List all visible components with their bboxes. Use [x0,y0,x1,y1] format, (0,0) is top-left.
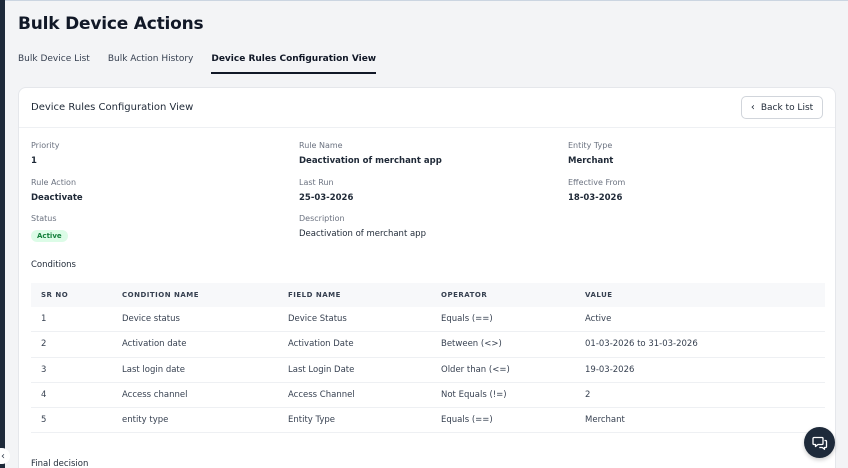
top-divider [5,0,848,1]
cell-field-name: Entity Type [288,415,336,426]
cell-field-name: Access Channel [288,390,355,401]
header-sr-no: SR NO [41,291,69,299]
rule-action-field: Rule Action Deactivate [31,178,83,203]
cell-operator: Between (<>) [441,339,502,350]
effective-from-field: Effective From 18-03-2026 [568,178,625,203]
effective-from-value: 18-03-2026 [568,193,623,203]
chat-support-button[interactable] [804,427,835,458]
cell-sr-no: 3 [41,364,47,375]
entity-type-label: Entity Type [568,141,613,150]
rule-name-field: Rule Name Deactivation of merchant app [299,141,442,166]
status-label: Status [31,214,57,223]
table-row: 5 entity type Entity Type Equals (==) Me… [31,408,825,434]
priority-field: Priority 1 [31,141,59,166]
chevron-left-icon: ‹ [1,450,5,462]
cell-value: Active [585,314,612,325]
cell-operator: Equals (==) [441,314,493,325]
card-title: Device Rules Configuration View [31,102,194,113]
effective-from-label: Effective From [568,178,626,187]
cell-operator: Older than (<=) [441,364,510,375]
cell-field-name: Last Login Date [288,364,355,375]
cell-condition-name: Last login date [122,364,185,375]
tab-bar: Bulk Device List Bulk Action History Dev… [18,54,394,74]
cell-condition-name: entity type [122,415,169,426]
description-value: Deactivation of merchant app [299,229,426,239]
back-to-list-button[interactable]: ‹ Back to List [741,96,823,119]
cell-value: Merchant [585,415,625,426]
tab-bulk-action-history[interactable]: Bulk Action History [108,54,194,74]
entity-type-field: Entity Type Merchant [568,141,613,166]
status-badge: Active [31,230,68,242]
table-row: 1 Device status Device Status Equals (==… [31,307,825,333]
cell-sr-no: 1 [41,314,47,325]
header-field-name: FIELD NAME [288,291,341,299]
cell-condition-name: Activation date [122,339,187,350]
tab-device-rules-configuration-view[interactable]: Device Rules Configuration View [211,54,377,74]
description-field: Description Deactivation of merchant app [299,214,426,239]
status-field: Status Active [31,214,68,242]
conditions-table: SR NO CONDITION NAME FIELD NAME OPERATOR… [31,283,825,434]
last-run-field: Last Run 25-03-2026 [299,178,353,203]
cell-value: 01-03-2026 to 31-03-2026 [585,339,698,350]
cell-operator: Equals (==) [441,415,493,426]
final-decision-heading: Final decision [31,459,89,468]
cell-sr-no: 5 [41,415,47,426]
header-condition-name: CONDITION NAME [122,291,200,299]
cell-sr-no: 4 [41,390,47,401]
chat-support-icon [811,436,827,450]
conditions-heading: Conditions [31,260,76,270]
table-row: 2 Activation date Activation Date Betwee… [31,332,825,358]
page-title: Bulk Device Actions [18,14,204,34]
description-label: Description [299,214,345,223]
table-row: 3 Last login date Last Login Date Older … [31,358,825,383]
rule-details-card: Device Rules Configuration View ‹ Back t… [18,87,836,468]
sidebar-collapse-toggle[interactable]: ‹ [0,448,10,464]
header-operator: OPERATOR [441,291,488,299]
priority-label: Priority [31,141,60,150]
cell-field-name: Activation Date [288,339,354,350]
last-run-value: 25-03-2026 [299,193,354,203]
card-header: Device Rules Configuration View ‹ Back t… [19,88,835,128]
cell-condition-name: Device status [122,314,180,325]
back-to-list-label: Back to List [760,102,814,113]
cell-value: 2 [585,390,591,401]
header-value: VALUE [585,291,613,299]
table-row: 4 Access channel Access Channel Not Equa… [31,383,825,409]
priority-value: 1 [31,156,37,166]
entity-type-value: Merchant [568,156,614,166]
rule-name-value: Deactivation of merchant app [299,156,442,166]
cell-operator: Not Equals (!=) [441,390,507,401]
cell-condition-name: Access channel [122,390,188,401]
rule-name-label: Rule Name [299,141,343,150]
cell-sr-no: 2 [41,339,47,350]
table-header: SR NO CONDITION NAME FIELD NAME OPERATOR… [31,283,825,307]
chevron-left-icon: ‹ [750,102,755,113]
last-run-label: Last Run [299,178,334,187]
tab-bulk-device-list[interactable]: Bulk Device List [18,54,90,74]
rule-action-label: Rule Action [31,178,77,187]
cell-value: 19-03-2026 [585,364,635,375]
cell-field-name: Device Status [288,314,347,325]
rule-action-value: Deactivate [31,193,83,203]
sidebar-edge: ‹ [0,0,10,468]
